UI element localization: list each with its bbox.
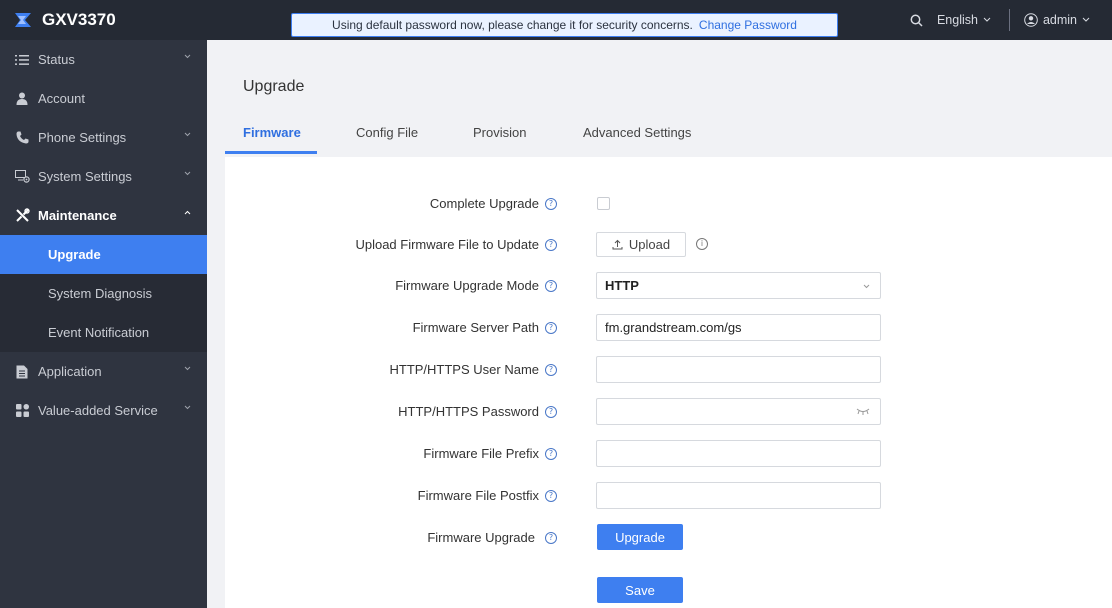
user-avatar-icon <box>1024 13 1038 27</box>
upload-icon <box>612 239 623 250</box>
tools-icon <box>14 208 30 224</box>
sidebar-subitem-event-notification[interactable]: Event Notification <box>0 313 207 352</box>
default-password-notice: Using default password now, please chang… <box>291 13 838 37</box>
brand-logo-icon <box>15 13 31 27</box>
hide-password-eye-icon[interactable] <box>856 408 870 416</box>
top-bar: GXV3370 Using default password now, plea… <box>0 0 1112 40</box>
sidebar-item-label: Application <box>38 364 102 379</box>
help-icon[interactable]: ? <box>545 405 557 418</box>
firmware-server-path-input[interactable]: fm.grandstream.com/gs <box>596 314 881 341</box>
chevron-down-icon <box>184 366 191 371</box>
app-title: GXV3370 <box>42 10 116 29</box>
sidebar-item-value-added-service[interactable]: Value-added Service <box>0 391 207 430</box>
complete-upgrade-checkbox[interactable] <box>597 197 610 210</box>
topbar-right: English admin <box>910 0 1112 40</box>
chevron-down-icon <box>184 405 191 410</box>
active-tab-indicator <box>225 151 317 154</box>
save-button[interactable]: Save <box>597 577 683 603</box>
user-name: admin <box>1042 13 1077 27</box>
help-icon[interactable]: ? <box>545 321 557 334</box>
input-value: fm.grandstream.com/gs <box>605 320 742 335</box>
page-title: Upgrade <box>243 78 305 95</box>
sidebar-item-label: Maintenance <box>38 208 117 223</box>
search-button[interactable] <box>910 14 923 27</box>
language-label: English <box>936 13 978 27</box>
sidebar-item-label: System Settings <box>38 169 132 184</box>
firmware-file-postfix-input[interactable] <box>596 482 881 509</box>
tab-bar: Firmware Config File Provision Advanced … <box>225 115 1112 157</box>
sidebar-item-maintenance[interactable]: Maintenance <box>0 196 207 235</box>
apps-grid-icon <box>14 403 30 419</box>
chevron-down-icon <box>184 54 191 59</box>
user-menu[interactable]: admin <box>1024 13 1090 27</box>
help-icon[interactable]: ? <box>545 279 557 292</box>
sidebar-item-phone-settings[interactable]: Phone Settings <box>0 118 207 157</box>
upload-firmware-label: Upload Firmware File to Update ? <box>355 237 557 252</box>
select-value: HTTP <box>605 278 639 293</box>
http-password-input[interactable] <box>596 398 881 425</box>
sidebar: Status Account Phone Settings System Set… <box>0 40 207 608</box>
sidebar-item-application[interactable]: Application <box>0 352 207 391</box>
sidebar-item-account[interactable]: Account <box>0 79 207 118</box>
sidebar-item-system-settings[interactable]: System Settings <box>0 157 207 196</box>
http-username-label: HTTP/HTTPS User Name ? <box>389 362 557 377</box>
phone-icon <box>14 130 30 146</box>
firmware-file-postfix-label: Firmware File Postfix ? <box>418 488 557 503</box>
firmware-upgrade-label: Firmware Upgrade ? <box>427 530 557 545</box>
notice-text: Using default password now, please chang… <box>332 18 693 32</box>
firmware-upgrade-mode-label: Firmware Upgrade Mode ? <box>395 278 557 293</box>
firmware-file-prefix-label: Firmware File Prefix ? <box>423 446 557 461</box>
list-icon <box>14 52 30 68</box>
brand-logo[interactable]: GXV3370 <box>14 0 116 40</box>
sidebar-item-label: Account <box>38 91 85 106</box>
chevron-down-icon <box>983 17 991 22</box>
sidebar-item-status[interactable]: Status <box>0 40 207 79</box>
firmware-server-path-label: Firmware Server Path ? <box>413 320 557 335</box>
help-icon[interactable]: ? <box>545 363 557 376</box>
sidebar-item-label: Phone Settings <box>38 130 127 145</box>
search-icon <box>910 14 923 27</box>
chevron-up-icon <box>184 210 191 215</box>
help-icon[interactable]: ? <box>545 531 557 544</box>
system-settings-icon <box>14 169 30 185</box>
chevron-down-icon <box>184 171 191 176</box>
http-username-input[interactable] <box>596 356 881 383</box>
chevron-down-icon <box>1082 17 1090 22</box>
chevron-down-icon <box>863 284 870 289</box>
help-icon[interactable]: ? <box>545 489 557 502</box>
upload-button[interactable]: Upload <box>596 232 686 257</box>
tab-advanced-settings[interactable]: Advanced Settings <box>583 115 691 157</box>
firmware-upgrade-mode-select[interactable]: HTTP <box>596 272 881 299</box>
upgrade-button[interactable]: Upgrade <box>597 524 683 550</box>
info-icon[interactable]: i <box>696 238 708 250</box>
sidebar-subitem-upgrade[interactable]: Upgrade <box>0 235 207 274</box>
change-password-link[interactable]: Change Password <box>699 18 797 32</box>
topbar-divider <box>1008 9 1010 31</box>
sidebar-item-label: Status <box>38 52 75 67</box>
help-icon[interactable]: ? <box>545 197 557 210</box>
user-icon <box>14 91 30 107</box>
sidebar-subitem-system-diagnosis[interactable]: System Diagnosis <box>0 274 207 313</box>
http-password-label: HTTP/HTTPS Password ? <box>398 404 557 419</box>
tab-provision[interactable]: Provision <box>473 115 526 157</box>
sidebar-item-label: Value-added Service <box>38 403 158 418</box>
chevron-down-icon <box>184 132 191 137</box>
language-select[interactable]: English <box>937 13 991 27</box>
help-icon[interactable]: ? <box>545 447 557 460</box>
document-icon <box>14 364 30 380</box>
help-icon[interactable]: ? <box>545 238 557 251</box>
complete-upgrade-label: Complete Upgrade ? <box>430 196 557 211</box>
firmware-file-prefix-input[interactable] <box>596 440 881 467</box>
tab-config-file[interactable]: Config File <box>356 115 418 157</box>
